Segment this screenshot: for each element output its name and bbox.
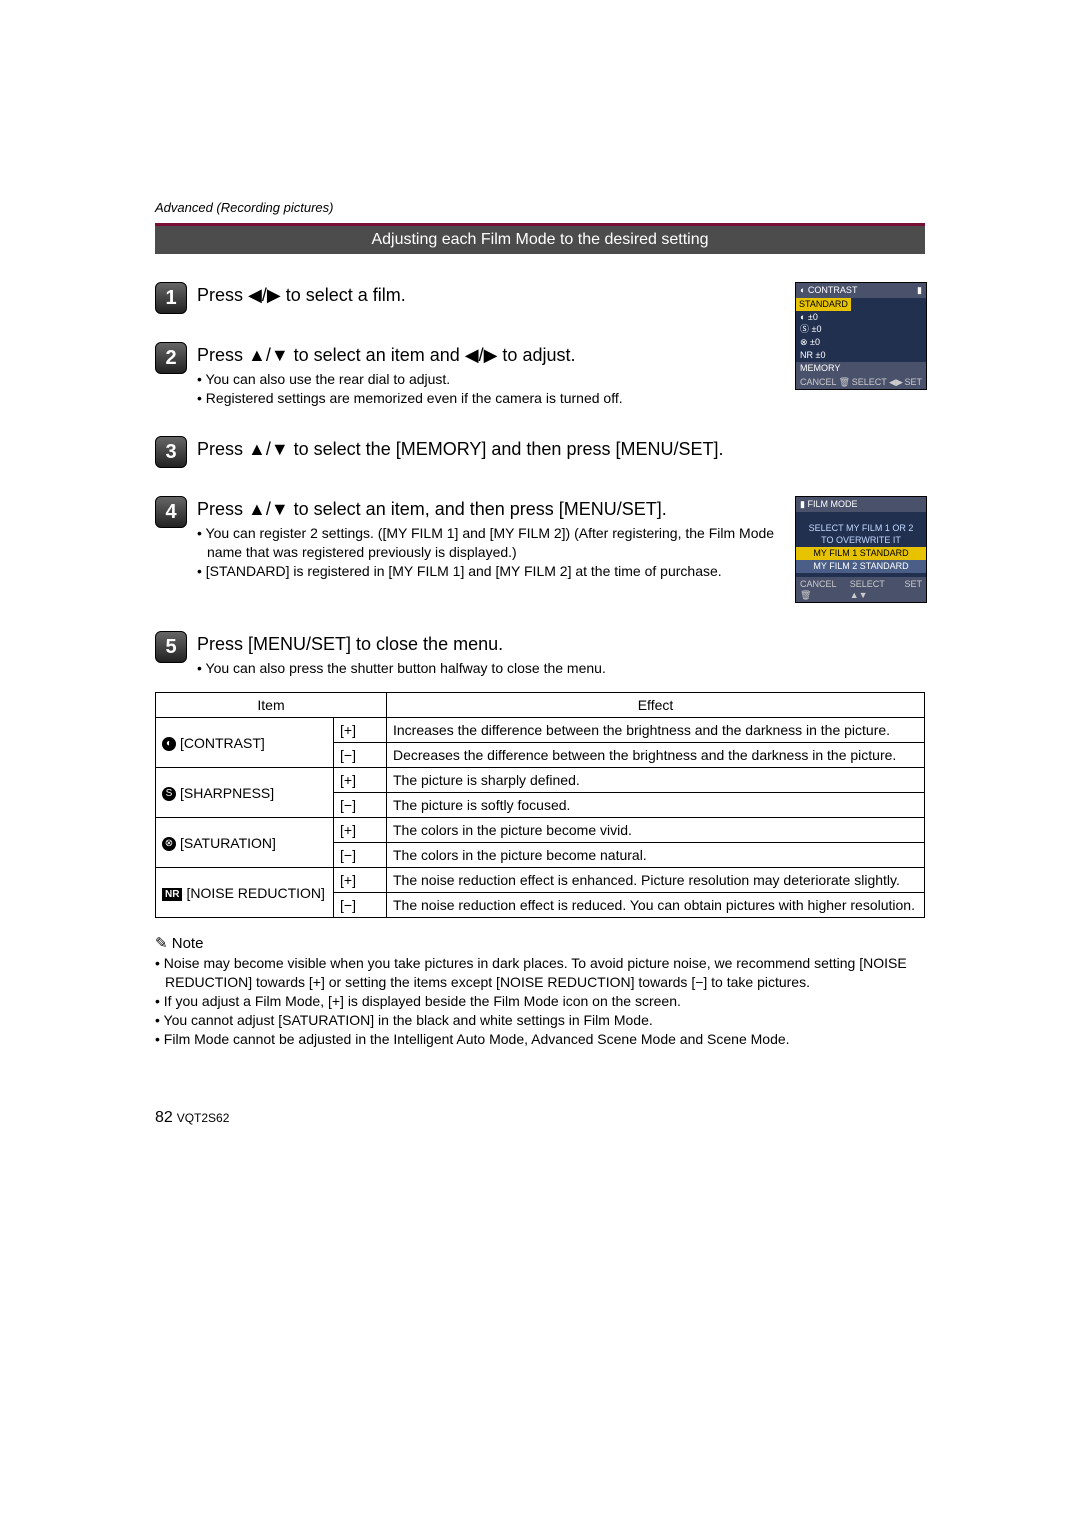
saturation-icon: ⊗: [162, 837, 176, 851]
section-banner: Adjusting each Film Mode to the desired …: [155, 223, 925, 254]
step-2: 2 Press ▲/▼ to select an item and ◀/▶ to…: [155, 342, 785, 408]
noise-reduction-icon: NR: [162, 888, 182, 901]
step-bullet: You can also press the shutter button ha…: [197, 659, 925, 678]
table-row: ⊗[SATURATION] [+] The colors in the pict…: [156, 818, 925, 843]
page-footer: 82 VQT2S62: [155, 1109, 925, 1127]
lcd-screenshot-1: ◐ CONTRAST▮ STANDARD ◐ ±0 Ⓢ ±0 ⊗ ±0 NR ±…: [795, 282, 925, 390]
step-bullet: Registered settings are memorized even i…: [197, 389, 785, 408]
note-item: You cannot adjust [SATURATION] in the bl…: [155, 1011, 925, 1030]
step-title: Press ▲/▼ to select an item, and then pr…: [197, 499, 785, 520]
step-1: 1 Press ◀/▶ to select a film.: [155, 282, 785, 314]
effects-table: Item Effect ◐[CONTRAST] [+] Increases th…: [155, 692, 925, 918]
table-row: NR[NOISE REDUCTION] [+] The noise reduct…: [156, 868, 925, 893]
step-bullet: You can also use the rear dial to adjust…: [197, 370, 785, 389]
doc-code: VQT2S62: [177, 1111, 230, 1125]
note-item: If you adjust a Film Mode, [+] is displa…: [155, 992, 925, 1011]
step-4: 4 Press ▲/▼ to select an item, and then …: [155, 496, 785, 581]
note-item: Noise may become visible when you take p…: [155, 954, 925, 992]
step-number-icon: 1: [155, 282, 187, 314]
step-title: Press ▲/▼ to select an item and ◀/▶ to a…: [197, 345, 785, 366]
breadcrumb: Advanced (Recording pictures): [155, 200, 925, 215]
table-row: ◐[CONTRAST] [+] Increases the difference…: [156, 718, 925, 743]
step-title: Press [MENU/SET] to close the menu.: [197, 634, 925, 655]
step-number-icon: 3: [155, 436, 187, 468]
step-bullet: [STANDARD] is registered in [MY FILM 1] …: [197, 562, 785, 581]
sharpness-icon: S: [162, 787, 176, 801]
step-bullet: You can register 2 settings. ([MY FILM 1…: [197, 524, 785, 562]
step-number-icon: 4: [155, 496, 187, 528]
step-number-icon: 2: [155, 342, 187, 374]
notes-list: Noise may become visible when you take p…: [155, 954, 925, 1048]
step-5: 5 Press [MENU/SET] to close the menu. Yo…: [155, 631, 925, 678]
step-3: 3 Press ▲/▼ to select the [MEMORY] and t…: [155, 436, 925, 468]
contrast-icon: ◐: [162, 737, 176, 751]
table-header-item: Item: [156, 693, 387, 718]
step-number-icon: 5: [155, 631, 187, 663]
step-title: Press ◀/▶ to select a film.: [197, 285, 785, 306]
table-header-effect: Effect: [387, 693, 925, 718]
table-row: S[SHARPNESS] [+] The picture is sharply …: [156, 768, 925, 793]
note-heading: Note: [155, 934, 925, 952]
page-number: 82: [155, 1109, 173, 1126]
note-item: Film Mode cannot be adjusted in the Inte…: [155, 1030, 925, 1049]
lcd-screenshot-2: ▮ FILM MODE SELECT MY FILM 1 OR 2 TO OVE…: [795, 496, 925, 604]
step-title: Press ▲/▼ to select the [MEMORY] and the…: [197, 439, 925, 460]
